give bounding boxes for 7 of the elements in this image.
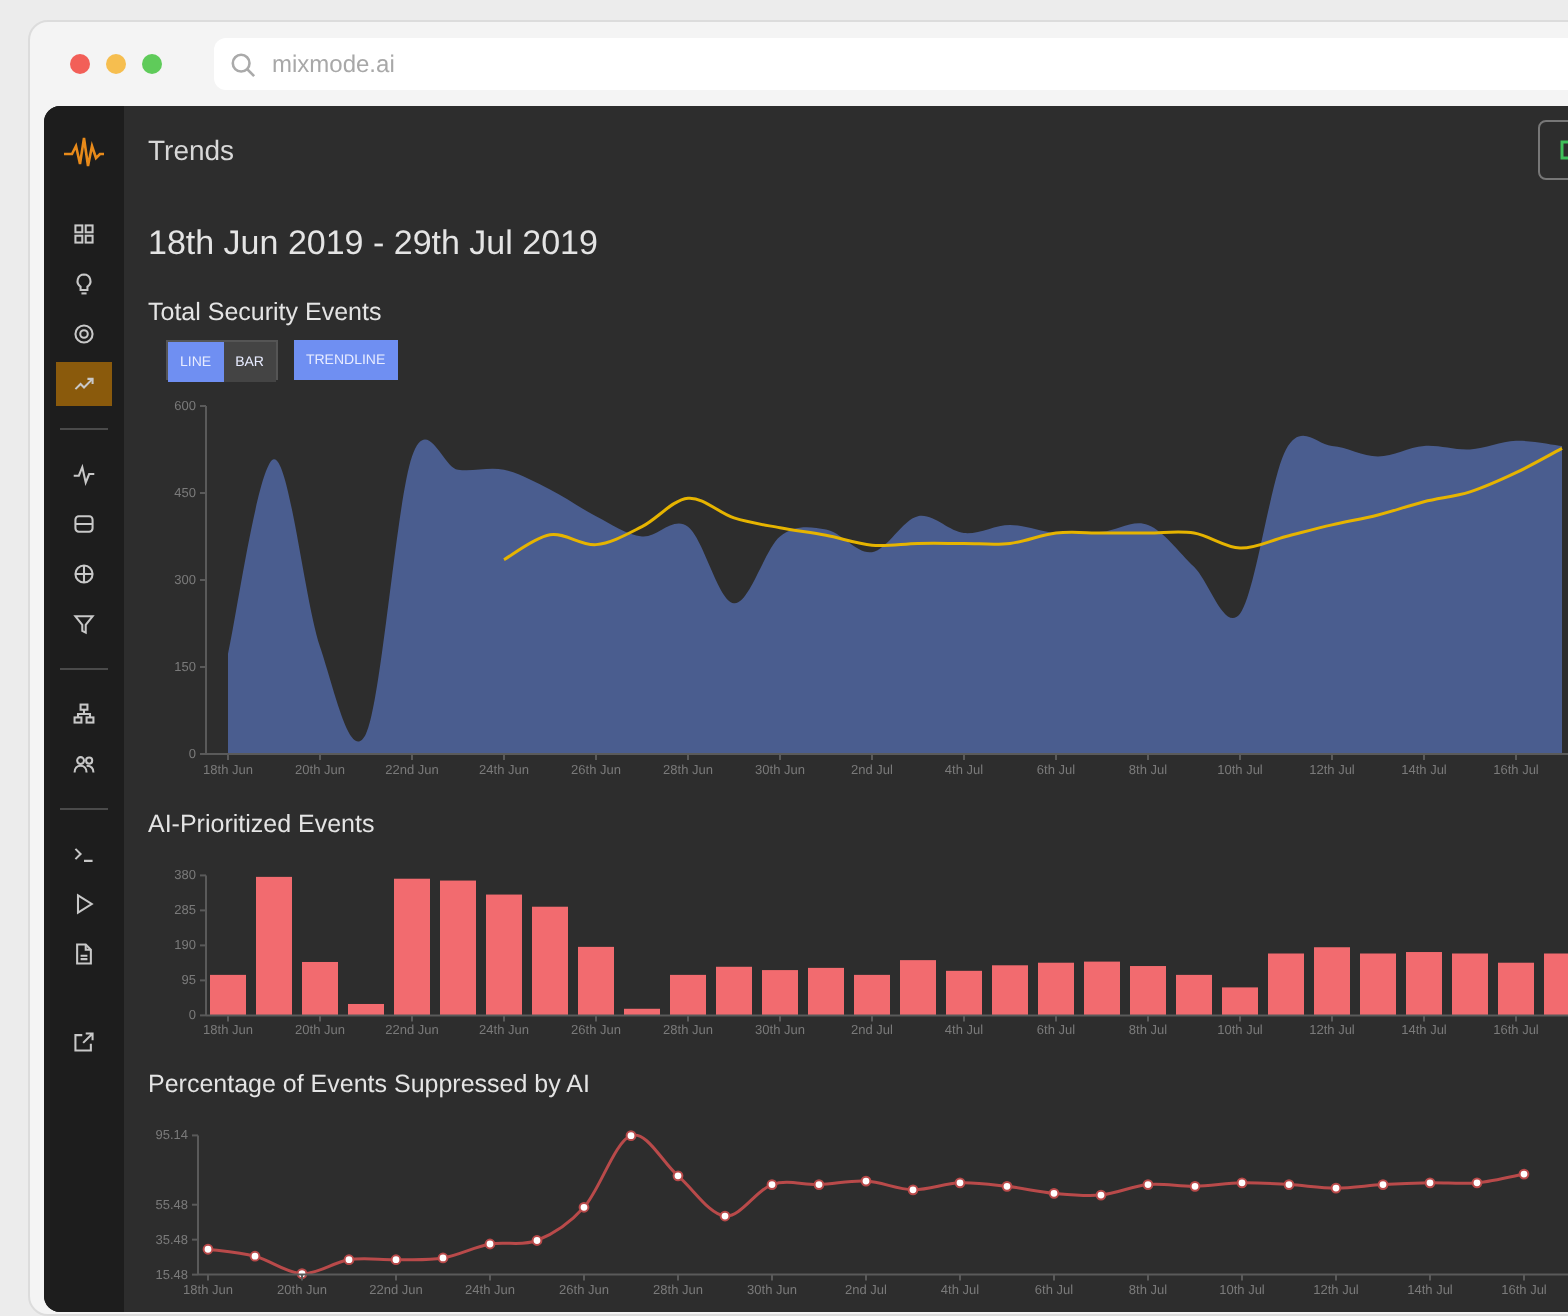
chart-title: Total Security Events bbox=[148, 296, 384, 330]
chart-title: AI-Prioritized Events bbox=[148, 808, 377, 842]
date-range: 18th Jun 2019 - 29th Jul 2019 bbox=[148, 224, 600, 264]
address-bar[interactable]: mixmode.ai bbox=[214, 38, 1568, 90]
chart-title: Percentage of Events Suppressed by AI bbox=[148, 1068, 592, 1102]
url-text: mixmode.ai bbox=[272, 50, 395, 78]
page-title: Trends bbox=[148, 134, 235, 166]
